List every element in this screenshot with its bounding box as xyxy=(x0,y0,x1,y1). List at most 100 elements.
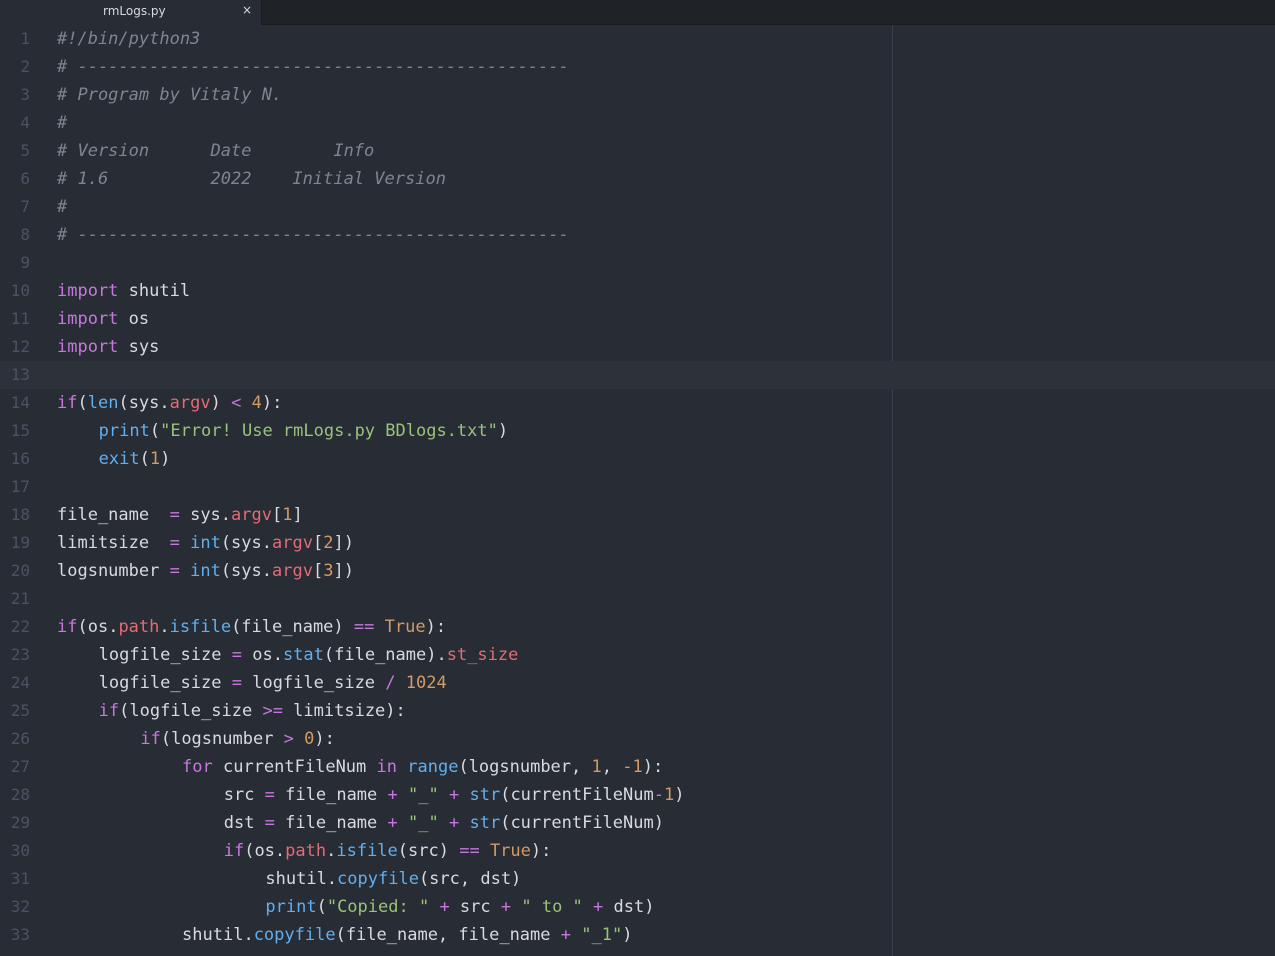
code-line[interactable]: 16 exit(1) xyxy=(0,445,1275,473)
keyword-token: import xyxy=(57,281,119,301)
code-line[interactable]: 31 shutil.copyfile(src, dst) xyxy=(0,865,1275,893)
code-line[interactable]: 22 if(os.path.isfile(file_name) == True): xyxy=(0,613,1275,641)
code-line[interactable]: 30 if(os.path.isfile(src) == True): xyxy=(0,837,1275,865)
code-line[interactable]: 19 limitsize = int(sys.argv[2]) xyxy=(0,529,1275,557)
code-token: dst) xyxy=(603,897,655,917)
comment-token: #!/bin/python3 xyxy=(57,29,201,49)
line-number: 26 xyxy=(10,729,30,748)
comment-token: # --------------------------------------… xyxy=(57,57,569,77)
line-number: 9 xyxy=(20,253,30,272)
operator-token: + xyxy=(500,897,512,917)
code-line[interactable]: 29 dst = file_name + "_" + str(currentFil… xyxy=(0,809,1275,837)
operator-token: = xyxy=(264,785,275,805)
code-line[interactable]: 1 #!/bin/python3 xyxy=(0,25,1275,53)
code-line[interactable]: 27 for currentFileNum in range(logsnumber… xyxy=(0,753,1275,781)
line-number: 1 xyxy=(20,29,30,48)
operator-token: = xyxy=(169,505,180,525)
line-number: 8 xyxy=(20,225,30,244)
code-line[interactable]: 23 logfile_size = os.stat(file_name).st_s… xyxy=(0,641,1275,669)
code-line[interactable]: 3 # Program by Vitaly N. xyxy=(0,81,1275,109)
tab-label[interactable]: rmLogs.py xyxy=(103,4,166,18)
code-token: (logsnumber xyxy=(160,729,284,749)
operator-token: + xyxy=(448,785,460,805)
code-line[interactable]: 26 if(logsnumber > 0): xyxy=(0,725,1275,753)
code-text: if(os.path.isfile(file_name) == True): xyxy=(57,613,446,641)
code-text: # --------------------------------------… xyxy=(57,221,569,249)
code-line[interactable]: 24 logfile_size = logfile_size / 1024 xyxy=(0,669,1275,697)
code-text: exit(1) xyxy=(99,445,171,473)
line-number: 32 xyxy=(10,897,30,916)
keyword-token: if xyxy=(57,617,78,637)
tab-rmlogs[interactable]: rmLogs.py × xyxy=(0,0,262,25)
code-token: (currentFileNum) xyxy=(500,813,664,833)
code-line[interactable]: 4 # xyxy=(0,109,1275,137)
string-token: "_1" xyxy=(581,925,623,945)
code-editor[interactable]: 1 #!/bin/python3 2 # ----------------------… xyxy=(0,25,1275,956)
code-token: ) xyxy=(674,785,685,805)
code-line[interactable]: 20 logsnumber = int(sys.argv[3]) xyxy=(0,557,1275,585)
code-text: if(len(sys.argv) < 4): xyxy=(57,389,282,417)
code-text: # --------------------------------------… xyxy=(57,53,569,81)
operator-token: + xyxy=(593,897,604,917)
function-token: stat xyxy=(282,645,324,665)
code-token: logsnumber xyxy=(57,561,170,581)
code-line[interactable]: 10 import shutil xyxy=(0,277,1275,305)
code-text: src = file_name + "_" + str(currentFileN… xyxy=(224,781,685,809)
attribute-token: argv xyxy=(272,533,313,553)
code-text: import shutil xyxy=(57,277,190,305)
code-token: file_name xyxy=(274,785,388,805)
code-line[interactable]: 14 if(len(sys.argv) < 4): xyxy=(0,389,1275,417)
code-line[interactable]: 11 import os xyxy=(0,305,1275,333)
operator-token: = xyxy=(169,533,180,553)
code-token: shutil xyxy=(118,281,191,301)
code-line[interactable]: 18 file_name = sys.argv[1] xyxy=(0,501,1275,529)
code-line[interactable]: 21 xyxy=(0,585,1275,613)
code-token: shutil. xyxy=(182,925,254,945)
line-number: 11 xyxy=(10,309,30,328)
code-line[interactable]: 12 import sys xyxy=(0,333,1275,361)
code-line[interactable]: 28 src = file_name + "_" + str(currentFil… xyxy=(0,781,1275,809)
function-token: str xyxy=(469,785,501,805)
operator-token: + xyxy=(439,897,450,917)
line-number: 20 xyxy=(10,561,30,580)
comment-token: # xyxy=(57,197,68,217)
code-line[interactable]: 13 xyxy=(0,361,1275,389)
comment-token: # Program by Vitaly N. xyxy=(57,85,283,105)
code-token: (logfile_size xyxy=(119,701,263,721)
code-token: ( xyxy=(77,393,88,413)
code-line[interactable]: 7 # xyxy=(0,193,1275,221)
tab-bar: rmLogs.py × xyxy=(0,0,1275,25)
code-line[interactable]: 17 xyxy=(0,473,1275,501)
operator-token: = xyxy=(231,673,242,693)
code-line[interactable]: 15 print("Error! Use rmLogs.py BDlogs.txt… xyxy=(0,417,1275,445)
code-line[interactable]: 9 xyxy=(0,249,1275,277)
code-line[interactable]: 6 # 1.6 2022 Initial Version xyxy=(0,165,1275,193)
number-token: 0 xyxy=(304,729,315,749)
code-text: # 1.6 2022 Initial Version xyxy=(57,165,446,193)
keyword-token: if xyxy=(57,393,78,413)
code-token: (os. xyxy=(77,617,119,637)
function-token: print xyxy=(265,897,317,917)
code-line[interactable]: 32 print("Copied: " + src + " to " + dst) xyxy=(0,893,1275,921)
code-token: file_name xyxy=(57,505,170,525)
operator-token: = xyxy=(169,561,180,581)
code-token: ): xyxy=(314,729,335,749)
code-line[interactable]: 5 # Version Date Info xyxy=(0,137,1275,165)
keyword-token: import xyxy=(57,337,119,357)
code-text: limitsize = int(sys.argv[2]) xyxy=(57,529,354,557)
function-token: exit xyxy=(98,449,140,469)
code-line[interactable]: 25 if(logfile_size >= limitsize): xyxy=(0,697,1275,725)
comment-token: # Version Date Info xyxy=(57,141,375,161)
number-token: 1 xyxy=(591,757,602,777)
code-line[interactable]: 2 # -------------------------------------… xyxy=(0,53,1275,81)
code-text: shutil.copyfile(file_name, file_name + "… xyxy=(182,921,632,949)
code-line[interactable]: 33 shutil.copyfile(file_name, file_name +… xyxy=(0,921,1275,949)
number-token: 1 xyxy=(282,505,293,525)
line-number: 4 xyxy=(20,113,30,132)
code-line[interactable]: 8 # -------------------------------------… xyxy=(0,221,1275,249)
close-icon[interactable]: × xyxy=(242,3,252,17)
